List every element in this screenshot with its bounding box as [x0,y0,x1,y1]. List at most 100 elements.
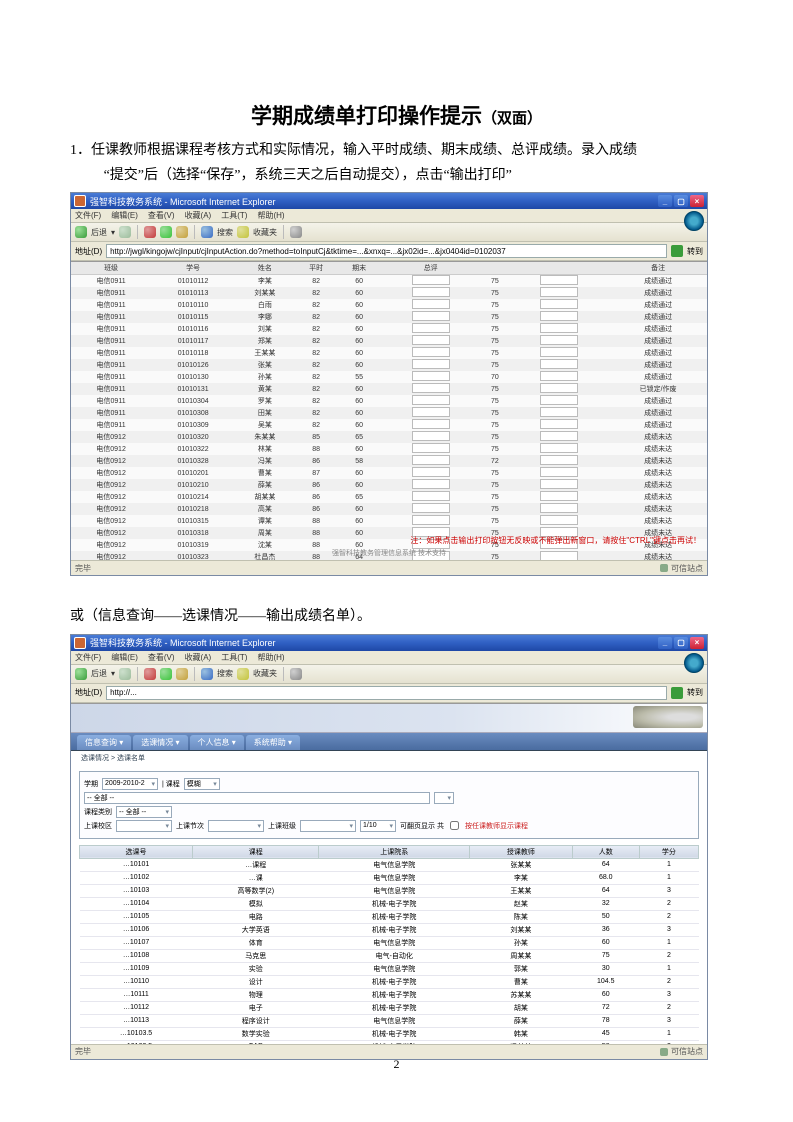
forward-icon[interactable] [119,668,131,680]
close-button[interactable]: × [690,195,704,207]
select-campus[interactable] [116,820,172,832]
score-input[interactable] [412,359,450,369]
select-period[interactable] [208,820,264,832]
table-row[interactable]: …10113程序设计电气信息学院薛某783 [80,1014,699,1027]
score-input[interactable] [412,443,450,453]
score-input[interactable] [412,419,450,429]
table-row[interactable]: …10103.5数学实验机械-电子学院韩某451 [80,1027,699,1040]
table-row[interactable]: …10111物理机械-电子学院苏某某603 [80,988,699,1001]
score-input[interactable] [540,431,578,441]
score-input[interactable] [412,371,450,381]
score-input[interactable] [540,467,578,477]
select-page[interactable]: 1/10 [360,820,396,832]
address-input[interactable] [106,686,667,700]
score-input[interactable] [540,395,578,405]
table-row[interactable]: …10104模拟机械-电子学院赵某322 [80,897,699,910]
menu-item[interactable]: 帮助(H) [257,210,284,221]
score-input[interactable] [540,503,578,513]
minimize-button[interactable]: _ [658,637,672,649]
stop-icon[interactable] [144,668,156,680]
score-input[interactable] [412,515,450,525]
go-label[interactable]: 转到 [687,246,703,257]
menu-item[interactable]: 编辑(E) [111,652,138,663]
select-term[interactable]: 2009-2010-2 [102,778,158,790]
score-input[interactable] [540,299,578,309]
score-input[interactable] [412,323,450,333]
home-icon[interactable] [176,668,188,680]
score-input[interactable] [412,275,450,285]
maximize-button[interactable]: ▢ [674,195,688,207]
nav-tab[interactable]: 个人信息 ▾ [190,735,244,750]
menu-item[interactable]: 收藏(A) [185,210,212,221]
back-label[interactable]: 后退 [91,227,107,238]
score-input[interactable] [540,443,578,453]
score-input[interactable] [412,347,450,357]
score-input[interactable] [412,431,450,441]
table-row[interactable]: …10102…课电气信息学院李某68.01 [80,871,699,884]
score-input[interactable] [540,311,578,321]
search-icon[interactable] [201,668,213,680]
table-row[interactable]: …10105电路机械-电子学院陈某502 [80,910,699,923]
score-input[interactable] [412,395,450,405]
select-match-mode[interactable]: 模糊 [184,778,220,790]
table-row[interactable]: …10106大学英语机械-电子学院刘某某363 [80,923,699,936]
score-input[interactable] [412,479,450,489]
score-input[interactable] [540,275,578,285]
select-type[interactable]: -- 全部 -- [116,806,172,818]
score-input[interactable] [412,503,450,513]
close-button[interactable]: × [690,637,704,649]
nav-tab[interactable]: 信息查询 ▾ [77,735,131,750]
table-row[interactable]: …10110设计机械-电子学院曹某104.52 [80,975,699,988]
score-input[interactable] [540,407,578,417]
score-input[interactable] [540,479,578,489]
print-icon[interactable] [290,668,302,680]
table-row[interactable]: …10107体育电气信息学院孙某601 [80,936,699,949]
score-input[interactable] [540,323,578,333]
score-input[interactable] [540,335,578,345]
nav-tab[interactable]: 选课情况 ▾ [133,735,187,750]
menu-item[interactable]: 编辑(E) [111,210,138,221]
score-input[interactable] [540,455,578,465]
select-dropdown[interactable] [434,792,454,804]
score-input[interactable] [412,467,450,477]
back-icon[interactable] [75,226,87,238]
favorites-icon[interactable] [237,668,249,680]
menu-item[interactable]: 工具(T) [221,210,247,221]
table-row[interactable]: …10108马克思电气-自动化周某某752 [80,949,699,962]
minimize-button[interactable]: _ [658,195,672,207]
home-icon[interactable] [176,226,188,238]
score-input[interactable] [540,371,578,381]
score-input[interactable] [412,335,450,345]
search-icon[interactable] [201,226,213,238]
menu-item[interactable]: 文件(F) [75,210,101,221]
menu-item[interactable]: 工具(T) [221,652,247,663]
score-input[interactable] [412,407,450,417]
menu-item[interactable]: 查看(V) [148,210,175,221]
address-input[interactable] [106,244,667,258]
table-row[interactable]: …10103高等数学(2)电气信息学院王某某643 [80,884,699,897]
checkbox-by-teacher[interactable] [450,821,459,830]
refresh-icon[interactable] [160,226,172,238]
score-input[interactable] [540,419,578,429]
forward-icon[interactable] [119,226,131,238]
back-icon[interactable] [75,668,87,680]
maximize-button[interactable]: ▢ [674,637,688,649]
table-row[interactable]: …10103.5CAD机械-电子学院冯某某582 [80,1040,699,1044]
score-input[interactable] [540,515,578,525]
table-row[interactable]: …10101…课程电气信息学院张某某641 [80,858,699,871]
fav-label[interactable]: 收藏夹 [253,227,277,238]
table-row[interactable]: …10109实验电气信息学院郭某301 [80,962,699,975]
table-row[interactable]: …10112电子机械-电子学院胡某722 [80,1001,699,1014]
score-input[interactable] [540,347,578,357]
favorites-icon[interactable] [237,226,249,238]
score-input[interactable] [412,455,450,465]
score-input[interactable] [540,383,578,393]
menu-item[interactable]: 查看(V) [148,652,175,663]
input-course-name[interactable]: -- 全部 -- [84,792,430,804]
score-input[interactable] [412,311,450,321]
search-label[interactable]: 搜索 [217,227,233,238]
go-button[interactable] [671,245,683,257]
menu-item[interactable]: 收藏(A) [185,652,212,663]
go-label[interactable]: 转到 [687,687,703,698]
select-class[interactable] [300,820,356,832]
